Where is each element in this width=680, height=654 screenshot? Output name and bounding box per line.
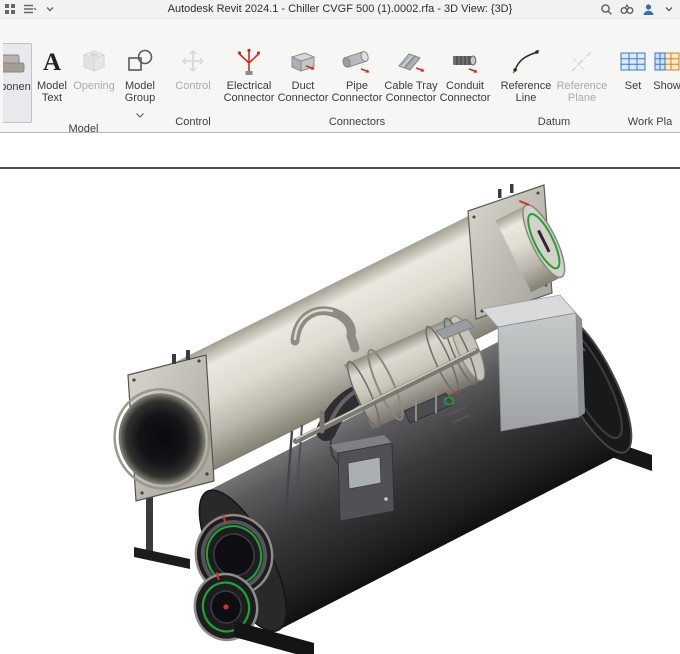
reference-plane-icon xyxy=(566,45,598,77)
component-icon xyxy=(3,46,27,78)
ribbon-panel-control: Control Control xyxy=(167,19,219,132)
ribbon-button-duct-connector[interactable]: Duct Connector xyxy=(276,43,330,104)
titlebar: Autodesk Revit 2024.1 - Chiller CVGF 500… xyxy=(0,0,680,19)
opening-icon xyxy=(78,45,110,77)
model-group-icon xyxy=(124,45,156,77)
ribbon-button-control[interactable]: Control xyxy=(170,43,216,92)
svg-text:A: A xyxy=(43,49,61,76)
duct-connector-icon xyxy=(287,45,319,77)
set-work-plane-icon xyxy=(617,45,649,77)
chiller-3d-model[interactable] xyxy=(0,169,680,654)
pipe-connector-icon xyxy=(341,45,373,77)
chevron-down-icon[interactable] xyxy=(43,2,57,16)
ribbon-button-model-text[interactable]: A Model Text xyxy=(32,43,72,123)
ribbon-button-component[interactable]: ponent xyxy=(3,43,32,123)
control-panel[interactable] xyxy=(330,435,395,522)
show-work-plane-icon xyxy=(651,45,680,77)
ribbon-panel-connectors: Electrical Connector Duct Connector Pipe… xyxy=(219,19,495,132)
panel-label-control[interactable]: Control xyxy=(167,116,219,132)
menu-icon[interactable] xyxy=(23,2,37,16)
support-leg-left[interactable] xyxy=(134,489,190,569)
window-title: Autodesk Revit 2024.1 - Chiller CVGF 500… xyxy=(167,3,513,15)
panel-label-model[interactable]: Model xyxy=(0,123,167,132)
cable-tray-connector-icon xyxy=(395,45,427,77)
ribbon-button-model-group[interactable]: Model Group xyxy=(116,43,164,123)
ribbon-button-electrical-connector[interactable]: Electrical Connector xyxy=(222,43,276,104)
electrical-connector-icon xyxy=(233,45,265,77)
ribbon-panel-model: ponent A Model Text Opening xyxy=(0,19,167,132)
control-icon xyxy=(177,45,209,77)
panel-label-work-plane[interactable]: Work Pla xyxy=(613,116,680,132)
ribbon-button-cable-tray-connector[interactable]: Cable Tray Connector xyxy=(384,43,438,104)
options-bar xyxy=(0,133,680,167)
ribbon: ponent A Model Text Opening xyxy=(0,19,680,133)
model-group-dropdown-icon xyxy=(136,105,144,123)
user-icon[interactable] xyxy=(641,2,655,16)
binoculars-icon[interactable] xyxy=(620,2,634,16)
conduit-connector-icon xyxy=(449,45,481,77)
ribbon-button-opening[interactable]: Opening xyxy=(72,43,116,123)
ribbon-button-show[interactable]: Show xyxy=(650,43,680,92)
model-text-icon: A xyxy=(36,45,68,77)
chevron-down-icon[interactable] xyxy=(662,2,676,16)
panel-label-connectors[interactable]: Connectors xyxy=(219,116,495,132)
ribbon-button-reference-plane[interactable]: Reference Plane xyxy=(554,43,610,104)
drawing-area[interactable] xyxy=(0,169,680,654)
ribbon-panel-work-plane: Set Show Work Pla xyxy=(613,19,680,132)
ribbon-button-pipe-connector[interactable]: Pipe Connector xyxy=(330,43,384,104)
quick-access-toolbar xyxy=(3,2,57,16)
ribbon-button-conduit-connector[interactable]: Conduit Connector xyxy=(438,43,492,104)
app-grid-icon[interactable] xyxy=(3,2,17,16)
ribbon-panel-datum: Reference Line Reference Plane Datum xyxy=(495,19,613,132)
search-icon[interactable] xyxy=(599,2,613,16)
reference-line-icon xyxy=(510,45,542,77)
ribbon-button-set[interactable]: Set xyxy=(616,43,650,92)
control-panel-screen xyxy=(347,456,382,490)
titlebar-right-icons xyxy=(599,2,676,16)
panel-label-datum[interactable]: Datum xyxy=(495,116,613,132)
ribbon-button-reference-line[interactable]: Reference Line xyxy=(498,43,554,104)
